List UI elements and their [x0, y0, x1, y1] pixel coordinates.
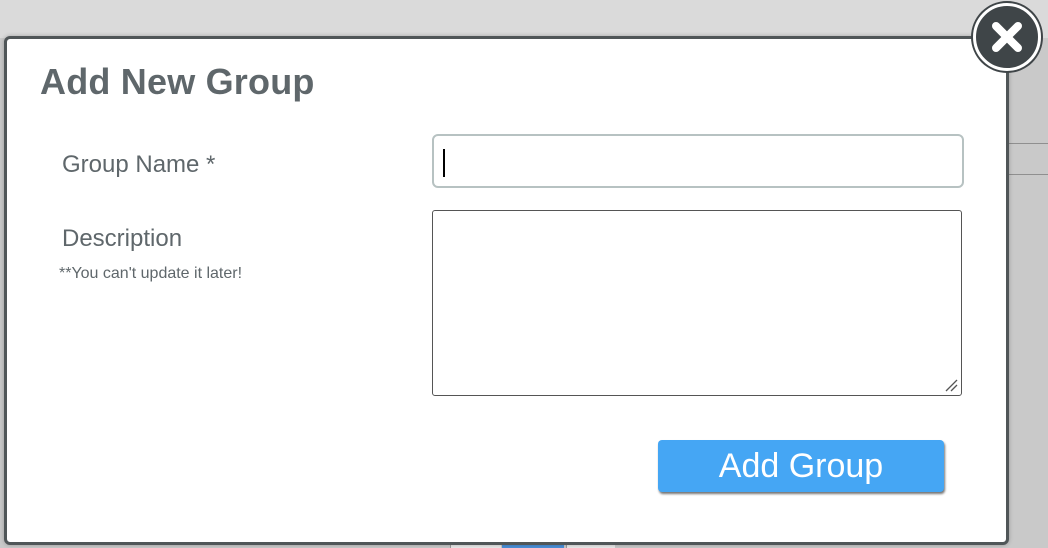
add-group-modal: Add New Group Group Name * Description *… — [4, 36, 1009, 545]
close-icon — [992, 22, 1022, 52]
add-group-button[interactable]: Add Group — [658, 440, 944, 492]
description-label: Description — [62, 225, 183, 252]
description-hint: **You can't update it later! — [59, 265, 243, 282]
description-textarea[interactable] — [432, 210, 962, 396]
modal-title: Add New Group — [40, 61, 315, 102]
group-name-label: Group Name * — [62, 151, 216, 178]
group-name-input[interactable] — [432, 134, 964, 188]
resize-grip-icon[interactable] — [944, 378, 958, 392]
text-cursor — [443, 149, 445, 177]
close-button[interactable] — [973, 3, 1041, 71]
